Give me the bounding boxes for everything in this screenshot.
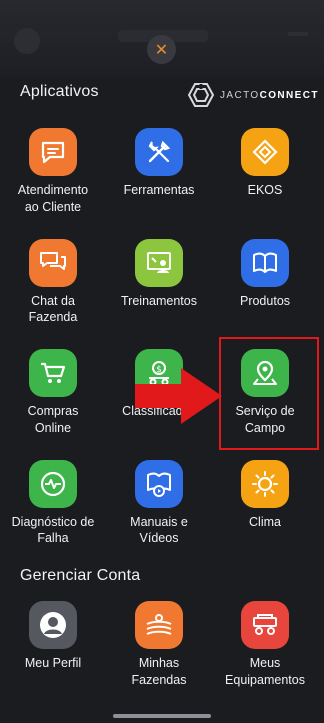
jacto-connect-logo: JACTOCONNECT [188,82,319,108]
app-tile-chat-da-fazenda[interactable]: Chat da Fazenda [0,238,106,326]
sun-icon [241,459,289,508]
app-tile-label: Produtos [239,293,291,308]
app-tile-label: Compras Online [27,404,79,435]
app-tile-label: Atendimento ao Cliente [17,183,89,214]
account-section-title: Gerenciar Conta [20,567,141,584]
equipment-icon [241,601,289,649]
background-menu [288,32,308,36]
brand-prefix: JACTO [220,89,260,101]
app-tile-ekos[interactable]: EKOS [212,128,318,199]
app-tile-ferramentas[interactable]: Ferramentas [106,128,212,199]
account-tile-minhas-fazendas[interactable]: Minhas Fazendas [106,601,212,688]
annotation-arrow-icon [135,368,222,424]
app-tile-label: Clima [249,514,281,529]
account-tile-label: Meu Perfil [24,656,82,670]
app-tile-clima[interactable]: Clima [212,459,318,531]
app-tile-diagnostico-de-falha[interactable]: Diagnóstico de Falha [0,459,106,547]
farm-icon [135,601,183,649]
chat-bubbles-icon [29,238,77,287]
brand-suffix: CONNECT [259,89,319,101]
close-button[interactable]: ✕ [147,35,176,64]
profile-icon [29,601,77,649]
close-icon: ✕ [154,41,169,59]
annotation-highlight-box [219,337,319,450]
apps-section-title: Aplicativos [20,83,99,100]
book-icon [241,238,289,287]
app-tile-produtos[interactable]: Produtos [212,238,318,310]
app-tile-treinamentos[interactable]: Treinamentos [106,238,212,310]
app-tile-manuais-e-videos[interactable]: Manuais e Vídeos [106,459,212,547]
tools-icon [135,128,183,176]
chat-icon [29,128,77,176]
training-icon [135,238,183,287]
app-tile-label: Ferramentas [123,183,195,197]
cart-icon [29,349,77,397]
app-tile-label: Chat da Fazenda [28,293,78,325]
account-tile-meus-equipamentos[interactable]: Meus Equipamentos [212,601,318,688]
account-tile-label: Meus Equipamentos [225,656,305,687]
app-tile-atendimento-ao-cliente[interactable]: Atendimento ao Cliente [0,128,106,215]
app-tile-label: Treinamentos [121,293,197,308]
account-tile-label: Minhas Fazendas [131,656,187,687]
diamond-icon [241,128,289,176]
account-tile-meu-perfil[interactable]: Meu Perfil [0,601,106,672]
app-tile-compras-online[interactable]: Compras Online [0,349,106,436]
app-tile-label: EKOS [247,183,283,197]
app-tile-label: Manuais e Vídeos [130,514,188,546]
home-indicator[interactable] [113,714,211,718]
jacto-logo-icon [188,83,214,107]
app-tile-label: Diagnóstico de Falha [11,514,95,546]
background-avatar [14,28,40,54]
diagnostic-icon [29,459,77,508]
manual-video-icon [135,459,183,508]
